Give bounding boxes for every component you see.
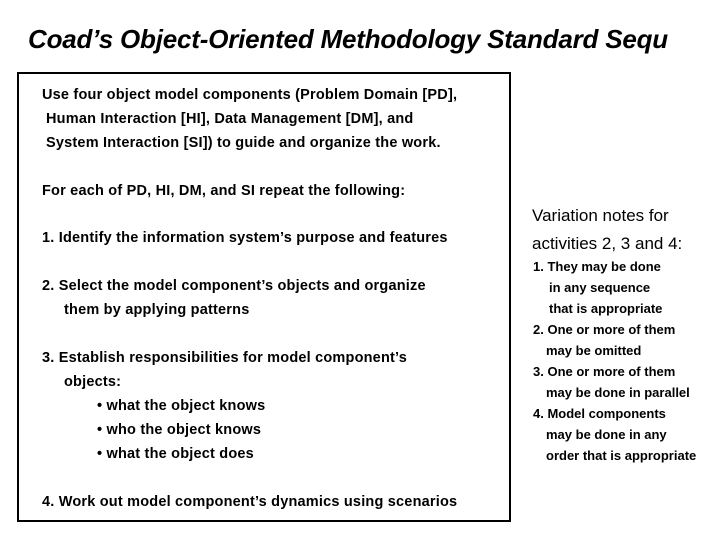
note-item-2-line-2: may be omitted [546,343,642,358]
note-item-4-line-3: order that is appropriate [546,448,697,463]
step-3-bullet-1: • what the object knows [97,398,266,414]
note-item-4-line-1: 4. Model components [533,406,666,421]
note-item-1-line-3: that is appropriate [549,301,663,316]
note-item-3-line-2: may be done in parallel [546,385,690,400]
step-3-line-1: 3. Establish responsibilities for model … [42,350,407,366]
notes-heading-line-2: activities 2, 3 and 4: [532,234,683,253]
intro-line-1: Use four object model components (Proble… [42,87,458,103]
note-item-2-line-1: 2. One or more of them [533,322,676,337]
step-3-line-2: objects: [64,374,122,390]
notes-heading-line-1: Variation notes for [532,206,669,225]
note-item-1-line-1: 1. They may be done [533,259,661,274]
intro-line-2: Human Interaction [HI], Data Management … [46,111,414,127]
note-item-1-line-2: in any sequence [549,280,651,295]
step-3-bullet-3: • what the object does [97,446,254,462]
step-1: 1. Identify the information system’s pur… [42,230,448,246]
step-3-bullet-2: • who the object knows [97,422,262,438]
repeat-heading: For each of PD, HI, DM, and SI repeat th… [42,183,406,199]
intro-line-3: System Interaction [SI]) to guide and or… [46,135,441,151]
step-2-line-2: them by applying patterns [64,302,250,318]
note-item-4-line-2: may be done in any [546,427,667,442]
slide-title: Coad’s Object-Oriented Methodology Stand… [28,24,668,54]
step-4: 4. Work out model component’s dynamics u… [42,494,458,510]
step-2-line-1: 2. Select the model component’s objects … [42,278,426,294]
note-item-3-line-1: 3. One or more of them [533,364,676,379]
